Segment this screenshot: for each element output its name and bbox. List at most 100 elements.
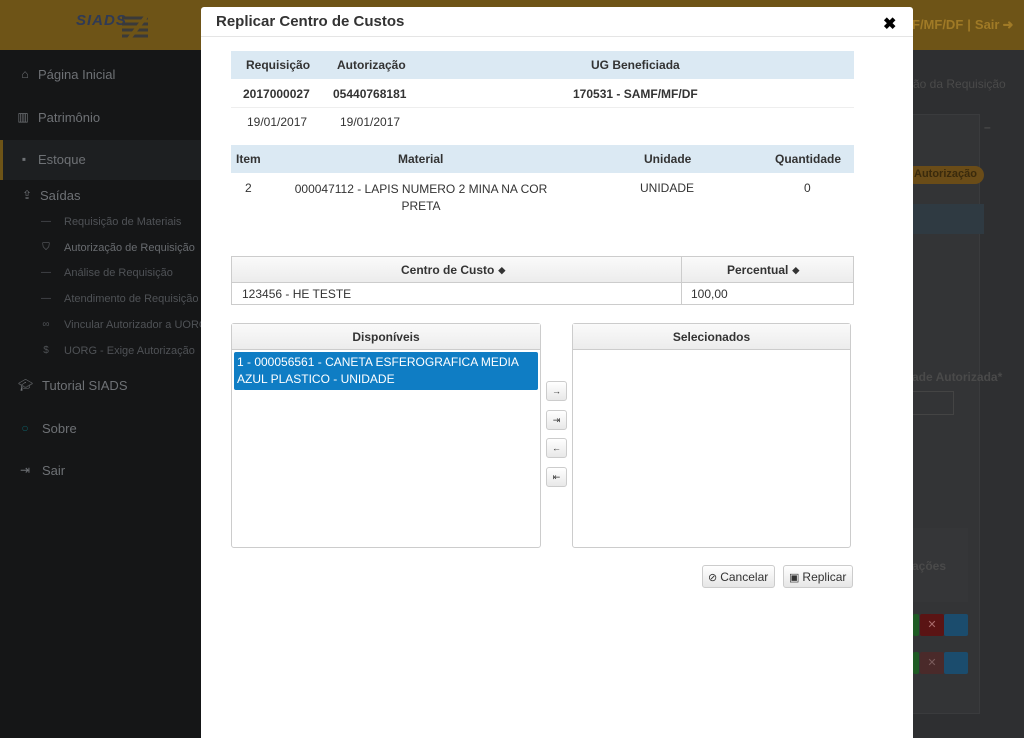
- sidebar-item-label: Sobre: [42, 421, 77, 436]
- list-option-selected[interactable]: 1 - 000056561 - CANETA ESFEROGRAFICA MED…: [234, 352, 538, 390]
- view-button[interactable]: [944, 652, 968, 674]
- cancel-button[interactable]: ⊘ Cancelar: [702, 565, 776, 588]
- sidebar-item-sobre[interactable]: ○ Sobre: [0, 409, 201, 449]
- sidebar-item-estoque[interactable]: ▪ Estoque: [0, 140, 201, 180]
- item-material: 000047112 - LAPIS NUMERO 2 MINA NA COR P…: [294, 182, 548, 213]
- separator: |: [967, 17, 971, 32]
- modal-header: Replicar Centro de Custos ✖: [201, 7, 913, 37]
- sidebar-subitem-analise[interactable]: — Análise de Requisição: [0, 261, 201, 287]
- collapse-icon[interactable]: –: [984, 120, 991, 134]
- dollar-icon: $: [43, 345, 49, 356]
- approve-button[interactable]: [913, 614, 919, 636]
- move-all-left-button[interactable]: ⇤: [546, 467, 567, 487]
- sidebar-subitem-label: UORG - Exige Autorização: [64, 345, 195, 357]
- dash-icon: —: [41, 267, 51, 278]
- sidebar-subitem-atendimento[interactable]: — Atendimento de Requisição: [0, 287, 201, 313]
- cost-center-header-row: Centro de Custo ◆ Percentual ◆: [232, 257, 853, 283]
- sidebar-subitem-vincular[interactable]: ∞ Vincular Autorizador a UORG: [0, 313, 207, 339]
- percentual-value: 100,00: [691, 287, 728, 301]
- sort-icon[interactable]: ◆: [498, 265, 505, 276]
- user-info: F/MF/DF | Sair ➜: [912, 17, 1013, 33]
- sidebar-item-label: Página Inicial: [38, 67, 116, 82]
- approve-button[interactable]: [913, 652, 919, 674]
- replicate-cost-center-modal: Replicar Centro de Custos ✖ Requisição A…: [201, 7, 913, 738]
- header-material: Material: [398, 152, 444, 166]
- sort-icon[interactable]: ◆: [792, 265, 799, 276]
- view-button[interactable]: [944, 614, 968, 636]
- reject-button[interactable]: ✕: [920, 652, 944, 674]
- sidebar-subitem-label: Análise de Requisição: [64, 267, 173, 279]
- sidebar: ⌂ Página Inicial ▥ Patrimônio ▪ Estoque …: [0, 50, 207, 738]
- header-label: Percentual: [727, 263, 789, 277]
- dash-icon: —: [41, 293, 51, 304]
- quantity-label: ade Autorizada*: [912, 370, 1003, 384]
- item-number: 2: [245, 181, 252, 195]
- breadcrumb: ão da Requisição: [913, 77, 1006, 91]
- requisition-values-row: 2017000027 05440768181 170531 - SAMF/MF/…: [231, 80, 854, 108]
- header-quantidade: Quantidade: [775, 152, 842, 166]
- link-icon: ∞: [42, 319, 50, 330]
- cancel-label: Cancelar: [720, 570, 769, 584]
- sidebar-item-label: Patrimônio: [38, 110, 101, 125]
- user-org: F/MF/DF: [912, 17, 964, 32]
- ban-icon: ⊘: [708, 572, 718, 584]
- sidebar-subitem-label: Requisição de Materiais: [64, 216, 182, 228]
- sidebar-item-patrimonio[interactable]: ▥ Patrimônio: [0, 98, 201, 138]
- move-right-button[interactable]: →: [546, 381, 567, 401]
- available-list-header: Disponíveis: [232, 324, 540, 350]
- sidebar-subitem-requisicao[interactable]: — Requisição de Materiais: [0, 210, 201, 236]
- sidebar-item-pagina-inicial[interactable]: ⌂ Página Inicial: [0, 55, 201, 95]
- sign-in-icon: ⇥: [19, 463, 31, 477]
- move-all-right-button[interactable]: ⇥: [546, 410, 567, 430]
- authorization-number: 05440768181: [333, 87, 407, 101]
- move-left-button[interactable]: ←: [546, 438, 567, 458]
- replicate-button[interactable]: ▣ Replicar: [783, 565, 854, 588]
- siads-logo-mark-icon: [122, 12, 150, 42]
- item-unidade: UNIDADE: [640, 181, 695, 195]
- selected-list-header: Selecionados: [573, 324, 850, 350]
- column-divider: [681, 283, 682, 304]
- items-header-row: Item Material Unidade Quantidade: [231, 145, 854, 173]
- ug-beneficiada-value: 170531 - SAMF/MF/DF: [573, 87, 698, 101]
- modal-title: Replicar Centro de Custos: [216, 13, 405, 30]
- logout-icon[interactable]: ➜: [1002, 17, 1013, 33]
- sidebar-subitem-autorizacao[interactable]: ⛉ Autorização de Requisição: [0, 236, 201, 262]
- sidebar-subitem-uorg[interactable]: $ UORG - Exige Autorização: [0, 339, 201, 365]
- close-icon[interactable]: ✖: [883, 17, 896, 33]
- sidebar-subitem-label: Atendimento de Requisição: [64, 293, 199, 305]
- sidebar-item-label: Tutorial SIADS: [42, 378, 128, 393]
- dash-icon: —: [41, 216, 51, 227]
- requisition-dates-row: 19/01/2017 19/01/2017: [231, 108, 854, 136]
- header-label: Centro de Custo: [401, 263, 495, 277]
- table-row: 2 000047112 - LAPIS NUMERO 2 MINA NA COR…: [231, 173, 854, 217]
- upload-icon: ⇪: [21, 188, 33, 202]
- sidebar-item-label: Estoque: [38, 152, 86, 167]
- header-percentual[interactable]: Percentual ◆: [727, 263, 799, 277]
- sidebar-subitem-label: Vincular Autorizador a UORG: [64, 319, 208, 331]
- cost-center-table: Centro de Custo ◆ Percentual ◆ 123456 - HE…: [231, 256, 854, 305]
- selected-list[interactable]: Selecionados: [572, 323, 851, 548]
- logout-link[interactable]: Sair: [975, 17, 1000, 32]
- shield-icon: ⛉: [42, 242, 50, 253]
- header-unidade: Unidade: [644, 152, 692, 166]
- graduation-cap-icon: 🎓︎: [18, 378, 34, 392]
- box-icon: ▪: [21, 152, 27, 166]
- requisition-date: 19/01/2017: [247, 115, 308, 129]
- header-centro-de-custo[interactable]: Centro de Custo ◆: [401, 263, 505, 277]
- actions-label: ações: [912, 559, 947, 573]
- replicate-label: Replicar: [802, 570, 847, 584]
- header-item: Item: [236, 152, 261, 166]
- floppy-disk-icon: ▣: [789, 572, 800, 584]
- available-list: Disponíveis 1 - 000056561 - CANETA ESFER…: [231, 323, 541, 548]
- requisition-header-row: Requisição Autorização UG Beneficiada: [231, 51, 854, 79]
- header-requisicao: Requisição: [246, 58, 311, 72]
- quantity-input[interactable]: [912, 391, 954, 415]
- barcode-icon: ▥: [17, 110, 29, 124]
- header-ug-beneficiada: UG Beneficiada: [591, 58, 680, 72]
- sidebar-item-label: Saídas: [40, 188, 81, 203]
- sidebar-item-sair[interactable]: ⇥ Sair: [0, 451, 201, 491]
- sidebar-item-tutorial[interactable]: 🎓︎ Tutorial SIADS: [0, 366, 201, 406]
- sidebar-item-label: Sair: [42, 463, 66, 478]
- background-info-strip: [912, 204, 984, 234]
- reject-button[interactable]: ✕: [920, 614, 944, 636]
